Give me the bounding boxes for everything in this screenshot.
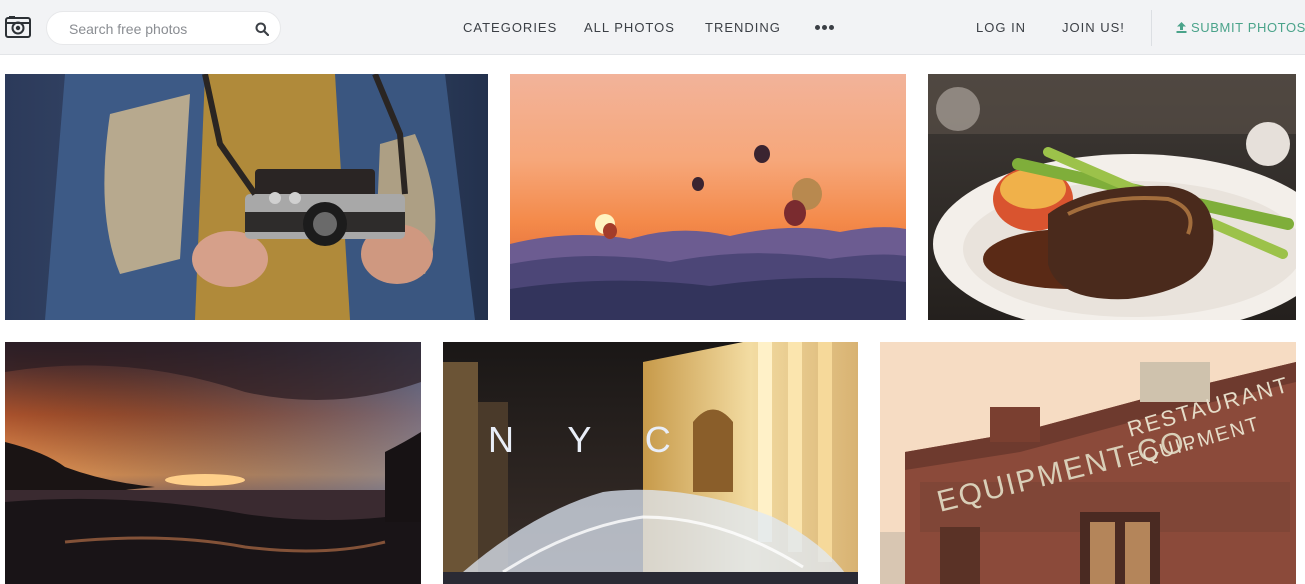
photo-card-nyc[interactable]: N Y C bbox=[443, 342, 858, 584]
photo-card-seascape[interactable] bbox=[5, 342, 421, 584]
photo-nyc-fountain: N Y C bbox=[443, 342, 858, 584]
login-link[interactable]: LOG IN bbox=[976, 20, 1026, 35]
photo-card-balloons[interactable] bbox=[510, 74, 906, 320]
nav-trending[interactable]: TRENDING bbox=[705, 20, 781, 35]
search-icon[interactable] bbox=[255, 22, 270, 37]
more-dots-icon[interactable] bbox=[814, 18, 836, 36]
nav-all-photos[interactable]: ALL PHOTOS bbox=[584, 20, 675, 35]
submit-photos-button[interactable]: SUBMIT PHOTOS bbox=[1176, 20, 1305, 35]
photo-camera-hands bbox=[5, 74, 488, 320]
photo-card-steak[interactable] bbox=[928, 74, 1296, 320]
submit-photos-label: SUBMIT PHOTOS bbox=[1191, 20, 1305, 35]
photo-brick-building: RESTAURANT EQUIPMENT CO. EQUIPMENT bbox=[880, 342, 1296, 584]
upload-icon bbox=[1176, 21, 1187, 33]
nav-categories[interactable]: CATEGORIES bbox=[463, 20, 557, 35]
photo-balloons-sunset bbox=[510, 74, 906, 320]
top-navbar: CATEGORIES ALL PHOTOS TRENDING LOG IN JO… bbox=[0, 0, 1305, 55]
header-divider bbox=[1151, 10, 1152, 46]
join-link[interactable]: JOIN US! bbox=[1062, 20, 1125, 35]
photo-card-camera[interactable] bbox=[5, 74, 488, 320]
camera-logo-icon[interactable] bbox=[5, 15, 31, 39]
search-input[interactable] bbox=[67, 19, 247, 39]
photo-sea-sunset bbox=[5, 342, 421, 584]
search-box bbox=[46, 11, 281, 45]
photo-card-brick-building[interactable]: RESTAURANT EQUIPMENT CO. EQUIPMENT bbox=[880, 342, 1296, 584]
photo-steak-plate bbox=[928, 74, 1296, 320]
photo-nyc-text: N Y C bbox=[488, 419, 693, 460]
